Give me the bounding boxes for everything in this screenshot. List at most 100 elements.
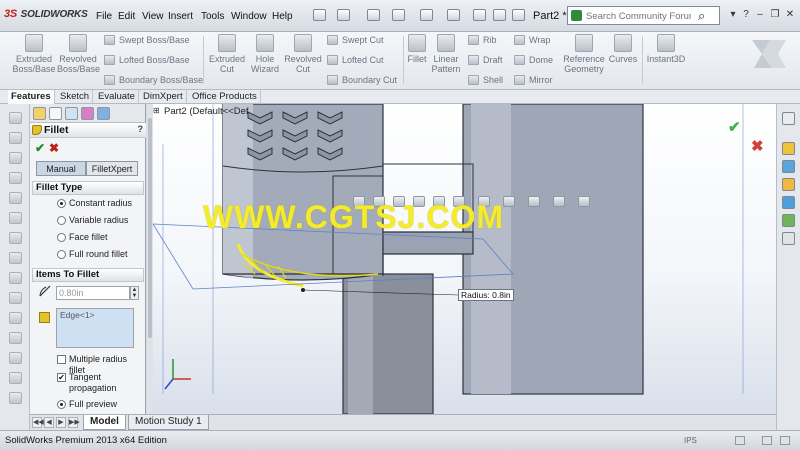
radius-input[interactable]: 0.80in (56, 286, 130, 300)
boundary-boss-button[interactable]: Boundary Boss/Base (104, 74, 203, 86)
unit-system[interactable]: IPS (684, 436, 697, 445)
open-icon[interactable] (337, 9, 350, 21)
appearances-icon[interactable] (782, 214, 795, 227)
full-preview-radio[interactable]: Full preview (57, 398, 117, 410)
shell-button[interactable]: Shell (468, 74, 503, 86)
shell-icon[interactable] (9, 272, 22, 284)
new-document-icon[interactable] (313, 9, 326, 21)
tangent-propagation-checkbox[interactable]: ✔ Tangent propagation (57, 372, 137, 394)
boundary-cut-button[interactable]: Boundary Cut (327, 74, 397, 86)
lofted-cut-button[interactable]: Lofted Cut (327, 54, 384, 66)
menu-insert[interactable]: Insert (168, 11, 193, 22)
loft-icon[interactable] (9, 192, 22, 204)
dome-icon[interactable] (9, 212, 22, 224)
rib-button[interactable]: Rib (468, 34, 497, 46)
tab-dimxpert[interactable]: DimXpert (140, 90, 187, 104)
menu-window[interactable]: Window (231, 11, 267, 22)
apply-scene-icon[interactable] (553, 196, 565, 207)
chamfer-icon[interactable] (9, 252, 22, 264)
menu-help[interactable]: Help (272, 11, 293, 22)
help-icon[interactable]: ? (138, 124, 144, 134)
revolved-boss-button[interactable]: Revolved Boss/Base (57, 34, 100, 74)
rebuild-icon[interactable] (473, 9, 486, 21)
tab-filletxpert[interactable]: FilletXpert (86, 161, 138, 176)
tab-office-products[interactable]: Office Products (189, 90, 261, 104)
solidworks-resources-icon[interactable] (782, 112, 795, 125)
print-icon[interactable] (392, 9, 405, 21)
help-status-icon[interactable] (762, 436, 772, 445)
restore-icon[interactable]: ❐ (769, 9, 781, 20)
close-icon[interactable]: ✕ (784, 9, 796, 20)
first-tab-icon[interactable]: ◀◀ (32, 417, 44, 428)
linear-pattern-button[interactable]: Linear Pattern (430, 34, 462, 74)
rebuild-status-icon[interactable] (735, 436, 745, 445)
instant3d-button[interactable]: Instant3D (645, 34, 687, 64)
view-palette-icon[interactable] (782, 196, 795, 209)
confirm-ok-button[interactable]: ✔ (728, 118, 741, 136)
revolve-icon[interactable] (9, 152, 22, 164)
undo-icon[interactable] (420, 9, 433, 21)
expand-tree-icon[interactable]: ⊞ (153, 106, 160, 115)
curves-button[interactable]: Curves (607, 34, 639, 64)
search-icon[interactable]: ⌕ (698, 8, 705, 24)
search-folder-icon[interactable] (782, 178, 795, 191)
edit-appearance-icon[interactable] (528, 196, 540, 207)
rib-icon[interactable] (9, 172, 22, 184)
part-model[interactable] (153, 104, 776, 414)
file-explorer-icon[interactable] (782, 160, 795, 173)
property-manager-icon[interactable] (49, 107, 62, 120)
dome-button[interactable]: Dome (514, 54, 553, 66)
radius-stepper[interactable]: ▲ ▼ (130, 286, 139, 300)
edge-selection-list[interactable]: Edge<1> (56, 308, 134, 348)
extruded-boss-button[interactable]: Extruded Boss/Base (12, 34, 56, 74)
solidworks-logo[interactable]: 3S SOLIDWORKS (4, 8, 88, 20)
face-fillet-radio[interactable]: Face fillet (57, 231, 108, 243)
design-library-icon[interactable] (782, 142, 795, 155)
mirror-icon[interactable] (9, 292, 22, 304)
view-icon[interactable] (9, 112, 22, 124)
fillet-icon[interactable] (9, 232, 22, 244)
radius-callout[interactable]: Radius: 0.8in (458, 289, 514, 301)
options-icon[interactable] (512, 9, 525, 21)
menu-file[interactable]: File (96, 11, 112, 22)
select-icon[interactable] (447, 9, 460, 21)
draft-button[interactable]: Draft (468, 54, 503, 66)
ok-button[interactable]: ✔ (35, 141, 45, 155)
file-properties-icon[interactable] (493, 9, 506, 21)
variable-radius-radio[interactable]: Variable radius (57, 214, 128, 226)
full-round-fillet-radio[interactable]: Full round fillet (57, 248, 128, 260)
last-tab-icon[interactable]: ▶▶ (68, 417, 80, 428)
custom-properties-icon[interactable] (782, 232, 795, 245)
swept-cut-button[interactable]: Swept Cut (327, 34, 384, 46)
cancel-button[interactable]: ✖ (49, 141, 59, 155)
mirror-button[interactable]: Mirror (514, 74, 553, 86)
swept-icon[interactable] (9, 132, 22, 144)
graphics-area[interactable]: ⊞ Part2 (Default<<Def Radius: 0.8in WWW.… (153, 104, 776, 414)
hole-wizard-button[interactable]: Hole Wizard (248, 34, 282, 74)
wrap-button[interactable]: Wrap (514, 34, 550, 46)
view-settings-icon[interactable] (578, 196, 590, 207)
sweep-icon[interactable] (9, 372, 22, 384)
minimize-icon[interactable]: – (754, 9, 766, 20)
extruded-cut-button[interactable]: Extruded Cut (206, 34, 248, 74)
menu-edit[interactable]: Edit (118, 11, 135, 22)
feature-tree-icon[interactable] (33, 107, 46, 120)
tab-motion-study[interactable]: Motion Study 1 (128, 415, 209, 430)
next-tab-icon[interactable]: ▶ (56, 417, 66, 428)
fillet-type-heading[interactable]: Fillet Type (32, 181, 144, 195)
tab-manual[interactable]: Manual (36, 161, 86, 176)
hole-icon[interactable] (9, 352, 22, 364)
save-icon[interactable] (367, 9, 380, 21)
tab-model[interactable]: Model (83, 415, 126, 430)
previous-tab-icon[interactable]: ◀ (44, 417, 54, 428)
dimxpert-manager-icon[interactable] (81, 107, 94, 120)
help-icon[interactable]: ? (740, 9, 752, 20)
confirm-cancel-button[interactable]: ✖ (751, 137, 764, 155)
menu-view[interactable]: View (142, 11, 164, 22)
scrollbar-thumb[interactable] (148, 118, 152, 338)
fillet-button[interactable]: Fillet (405, 34, 429, 64)
pattern-icon[interactable] (9, 312, 22, 324)
search-input[interactable] (586, 9, 691, 23)
search-dropdown-icon[interactable]: ▾ (727, 9, 739, 20)
search-box[interactable]: ⌕ (567, 6, 720, 25)
